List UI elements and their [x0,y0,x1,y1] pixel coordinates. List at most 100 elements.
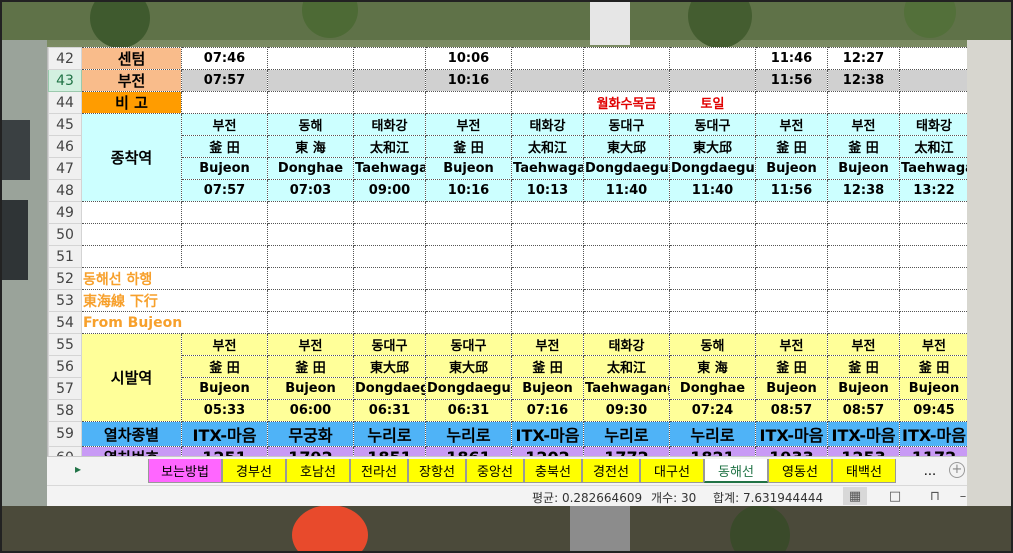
cell[interactable] [669,289,756,312]
cell[interactable] [583,289,670,312]
cell[interactable] [267,201,354,224]
cell[interactable]: Bujeon [425,157,512,180]
sheet-tab[interactable]: 보는방법 [148,459,222,483]
cell[interactable] [267,311,354,334]
cell[interactable]: 10:16 [425,69,512,92]
cell[interactable]: 東大邱 [425,355,512,378]
cell[interactable]: Bujeon [899,377,967,400]
cell[interactable] [827,223,900,246]
cell[interactable]: 10:13 [511,179,584,202]
cell[interactable]: 1202 [511,446,584,456]
row-label[interactable]: 센텀 [81,47,182,70]
sheet-tab[interactable]: 호남선 [286,459,350,483]
cell[interactable] [583,223,670,246]
cell[interactable] [755,201,828,224]
cell[interactable]: 부전 [827,113,900,136]
cell[interactable]: 태화강 [511,113,584,136]
cell[interactable] [755,267,828,290]
cell[interactable]: 부전 [267,333,354,356]
cell[interactable]: 부전 [425,113,512,136]
row-header[interactable]: 55 [48,333,82,356]
cell[interactable]: 太和江 [353,135,426,158]
page-break-view-icon[interactable]: ⊓ [923,487,947,505]
cell[interactable]: 08:57 [755,399,828,422]
row-header[interactable]: 44 [48,91,82,114]
cell[interactable] [81,245,182,268]
cell[interactable]: Donghae [669,377,756,400]
cell[interactable] [425,267,512,290]
row-header[interactable]: 58 [48,399,82,422]
cell[interactable] [353,311,426,334]
cell[interactable]: 10:06 [425,47,512,70]
cell[interactable]: 10:16 [425,179,512,202]
cell[interactable] [669,223,756,246]
sheet-tab[interactable]: 전라선 [350,459,408,483]
row-header[interactable]: 51 [48,245,82,268]
row-header[interactable]: 42 [48,47,82,70]
cell[interactable]: 1253 [827,446,900,456]
cell[interactable] [583,311,670,334]
cell[interactable]: Taehwagang [353,157,426,180]
cell[interactable] [899,69,967,92]
cell[interactable] [899,201,967,224]
cell[interactable] [181,311,268,334]
cell[interactable]: 동해 [267,113,354,136]
cell[interactable]: Taehwagang [583,377,670,400]
sheet-tab[interactable]: 대구선 [640,459,704,483]
cell[interactable] [583,245,670,268]
cell[interactable] [511,245,584,268]
row-label[interactable]: 비 고 [81,91,182,114]
cell[interactable]: 13:22 [899,179,967,202]
cell[interactable] [583,267,670,290]
cell[interactable] [899,245,967,268]
cell[interactable]: 東大邱 [353,355,426,378]
cell[interactable] [827,201,900,224]
cell[interactable]: ITX-마음 [899,421,967,447]
cell[interactable]: 11:40 [583,179,670,202]
cell[interactable] [425,289,512,312]
cell[interactable] [511,289,584,312]
cell[interactable]: 1851 [353,446,426,456]
cell[interactable]: 07:24 [669,399,756,422]
cell[interactable] [267,47,354,70]
cell[interactable]: 무궁화 [267,421,354,447]
cell[interactable]: 1772 [583,446,670,456]
cell[interactable] [669,311,756,334]
normal-view-icon[interactable]: ▦ [843,487,867,505]
cell[interactable] [267,91,354,114]
cell[interactable] [827,245,900,268]
cell[interactable]: 태화강 [583,333,670,356]
cell[interactable]: 06:00 [267,399,354,422]
cell[interactable] [181,289,268,312]
row-label[interactable]: 열차종별 [81,421,182,447]
cell[interactable] [899,223,967,246]
cell[interactable]: 釜 田 [755,355,828,378]
cell[interactable]: Bujeon [511,377,584,400]
cell[interactable]: 누리로 [425,421,512,447]
tab-scroll-right-icon[interactable]: ▸ [75,462,81,476]
cell[interactable] [425,311,512,334]
cell[interactable] [511,91,584,114]
row-header[interactable]: 43 [48,69,82,92]
cell[interactable] [899,91,967,114]
cell[interactable]: 부전 [827,333,900,356]
cell[interactable] [755,311,828,334]
cell[interactable]: 태화강 [353,113,426,136]
cell[interactable] [511,267,584,290]
cell[interactable]: 12:27 [827,47,900,70]
cell[interactable]: 11:40 [669,179,756,202]
row-label[interactable]: 부전 [81,69,182,92]
cell[interactable]: 東大邱 [583,135,670,158]
new-sheet-icon[interactable]: + [949,462,965,478]
cell[interactable]: 부전 [181,113,268,136]
cell[interactable]: 08:57 [827,399,900,422]
cell[interactable] [353,201,426,224]
cell[interactable]: 太和江 [899,135,967,158]
row-header[interactable]: 57 [48,377,82,400]
sheet-tab[interactable]: 중앙선 [466,459,524,483]
cell[interactable]: Bujeon [827,377,900,400]
cell[interactable] [181,245,268,268]
cell[interactable] [511,311,584,334]
cell[interactable]: Donghae [267,157,354,180]
block-label[interactable]: 시발역 [81,333,182,422]
